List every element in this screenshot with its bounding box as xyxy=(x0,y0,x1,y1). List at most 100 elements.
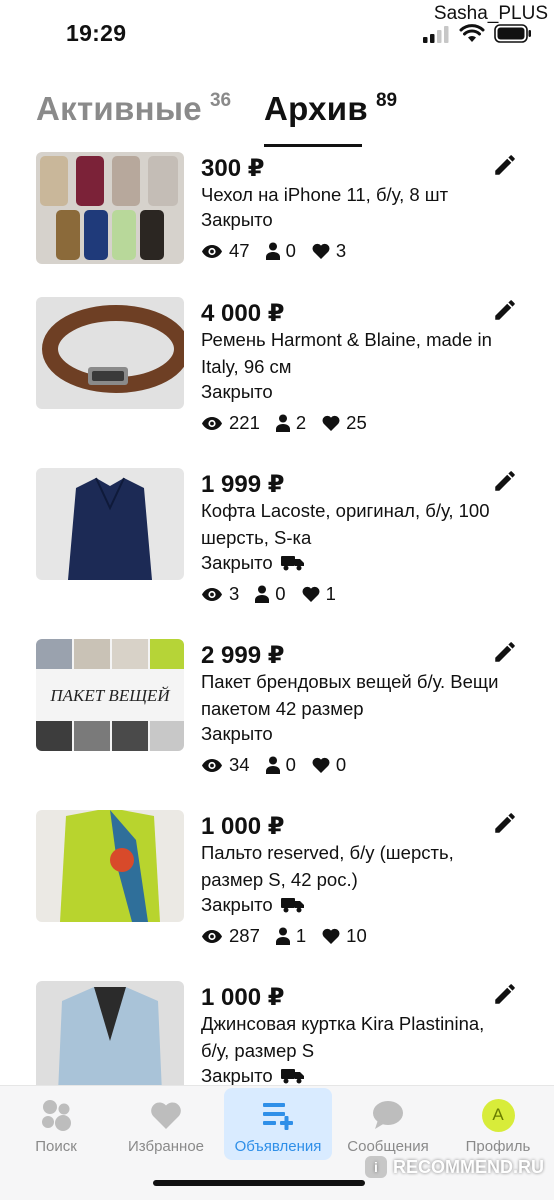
item-title: Пальто reserved, б/у (шерсть, размер S, … xyxy=(201,842,454,890)
item-price: 4 000 ₽ xyxy=(201,300,285,327)
heart-icon xyxy=(312,243,330,259)
eye-icon xyxy=(202,416,222,430)
contacts-stat: 2 xyxy=(275,412,307,434)
archive-list[interactable]: 300 ₽ Чехол на iPhone 11, б/у, 8 шт Закр… xyxy=(0,150,554,1085)
person-icon xyxy=(275,414,290,432)
person-icon xyxy=(265,242,280,260)
nav-listings[interactable]: Объявления xyxy=(224,1088,332,1160)
favorites-stat: 1 xyxy=(302,583,336,605)
edit-pencil-icon[interactable] xyxy=(492,810,518,836)
person-icon xyxy=(255,585,270,603)
item-stats: 3 0 1 xyxy=(201,583,352,605)
delivery-truck-icon xyxy=(280,898,304,913)
heart-icon xyxy=(312,757,330,773)
heart-icon xyxy=(302,586,320,602)
status-time: 19:29 xyxy=(66,20,127,46)
favorites-count: 10 xyxy=(346,925,367,946)
avatar: A xyxy=(481,1098,515,1132)
listing-add-icon xyxy=(262,1098,294,1132)
tab-active-listings[interactable]: Активные 36 xyxy=(36,90,231,128)
watermark-text: RECOMMEND.RU xyxy=(393,1156,544,1177)
item-stats: 47 0 3 xyxy=(201,240,362,262)
nav-label: Объявления xyxy=(234,1138,322,1155)
item-thumbnail xyxy=(36,810,184,922)
item-thumbnail xyxy=(36,981,184,1085)
item-status-row: Закрыто xyxy=(201,209,273,231)
list-item[interactable]: ПАКЕТ ВЕЩЕЙ 2 999 ₽ Пакет брендовых веще… xyxy=(0,639,554,811)
item-title: Джинсовая куртка Kira Plastinina, б/у, р… xyxy=(201,1013,485,1061)
item-price: 1 000 ₽ xyxy=(201,984,285,1011)
home-indicator xyxy=(153,1180,365,1186)
views-count: 221 xyxy=(229,412,260,433)
tab-archive[interactable]: Архив 89 xyxy=(264,90,397,128)
nav-label: Сообщения xyxy=(347,1138,429,1155)
item-title: Ремень Harmont & Blaine, made in Italy, … xyxy=(201,329,492,377)
item-title: Чехол на iPhone 11, б/у, 8 шт xyxy=(201,184,449,205)
contacts-stat: 0 xyxy=(255,583,286,605)
delivery-truck-icon xyxy=(280,556,304,571)
favorites-stat: 25 xyxy=(322,412,367,434)
nav-messages[interactable]: Сообщения xyxy=(334,1088,442,1160)
eye-icon xyxy=(202,929,222,943)
chat-bubble-icon xyxy=(372,1098,404,1132)
nav-label: Поиск xyxy=(35,1138,77,1155)
nav-label: Избранное xyxy=(127,1138,205,1155)
tab-count: 89 xyxy=(375,90,398,111)
nav-search[interactable]: Поиск xyxy=(2,1088,110,1160)
item-stats: 287 1 10 xyxy=(201,925,383,947)
eye-icon xyxy=(202,758,222,772)
favorites-count: 3 xyxy=(335,240,347,261)
battery-icon xyxy=(494,24,531,43)
list-item[interactable]: 1 000 ₽ Пальто reserved, б/у (шерсть, ра… xyxy=(0,810,554,982)
item-status-row: Закрыто xyxy=(201,894,305,916)
list-item[interactable]: 4 000 ₽ Ремень Harmont & Blaine, made in… xyxy=(0,297,554,469)
favorites-stat: 3 xyxy=(312,240,346,262)
edit-pencil-icon[interactable] xyxy=(492,152,518,178)
item-price: 1 999 ₽ xyxy=(201,471,285,498)
favorites-stat: 0 xyxy=(312,754,346,776)
list-item[interactable]: 1 000 ₽ Джинсовая куртка Kira Plastinina… xyxy=(0,981,554,1085)
item-status: Закрыто xyxy=(201,381,273,402)
item-status-row: Закрыто xyxy=(201,381,273,403)
heart-icon xyxy=(322,928,340,944)
contacts-stat: 0 xyxy=(265,754,296,776)
favorites-count: 1 xyxy=(325,583,336,604)
nav-label: Профиль xyxy=(465,1138,531,1155)
item-thumbnail xyxy=(36,468,184,580)
search-dots-icon xyxy=(38,1098,74,1132)
eye-icon xyxy=(202,587,222,601)
contacts-count: 0 xyxy=(275,583,286,604)
contacts-count: 2 xyxy=(295,412,307,433)
status-icons xyxy=(422,24,532,43)
item-status: Закрыто xyxy=(201,552,273,573)
views-count: 287 xyxy=(229,925,260,946)
views-count: 3 xyxy=(229,583,240,604)
nav-favorites[interactable]: Избранное xyxy=(112,1088,220,1160)
item-title: Пакет брендовых вещей б/у. Вещи пакетом … xyxy=(201,671,499,719)
person-icon xyxy=(265,756,280,774)
nav-profile[interactable]: A Профиль xyxy=(444,1088,552,1160)
item-thumbnail xyxy=(36,152,184,264)
item-status-row: Закрыто xyxy=(201,723,273,745)
edit-pencil-icon[interactable] xyxy=(492,639,518,665)
item-status: Закрыто xyxy=(201,894,273,915)
views-count: 34 xyxy=(229,754,250,775)
views-stat: 34 xyxy=(201,754,250,776)
contacts-count: 1 xyxy=(295,925,307,946)
wifi-icon xyxy=(459,24,485,42)
heart-icon xyxy=(322,415,340,431)
list-item[interactable]: 1 999 ₽ Кофта Lacoste, оригинал, б/у, 10… xyxy=(0,468,554,640)
watermark-badge: i xyxy=(365,1156,387,1178)
edit-pencil-icon[interactable] xyxy=(492,297,518,323)
favorites-stat: 10 xyxy=(322,925,367,947)
watermark: i RECOMMEND.RU xyxy=(365,1156,544,1178)
item-thumbnail xyxy=(36,297,184,409)
item-title: Кофта Lacoste, оригинал, б/у, 100 шерсть… xyxy=(201,500,490,548)
item-stats: 34 0 0 xyxy=(201,754,362,776)
edit-pencil-icon[interactable] xyxy=(492,981,518,1007)
views-count: 47 xyxy=(229,240,250,261)
active-tab-indicator xyxy=(264,144,362,147)
item-price: 1 000 ₽ xyxy=(201,813,285,840)
item-status: Закрыто xyxy=(201,1065,273,1085)
edit-pencil-icon[interactable] xyxy=(492,468,518,494)
